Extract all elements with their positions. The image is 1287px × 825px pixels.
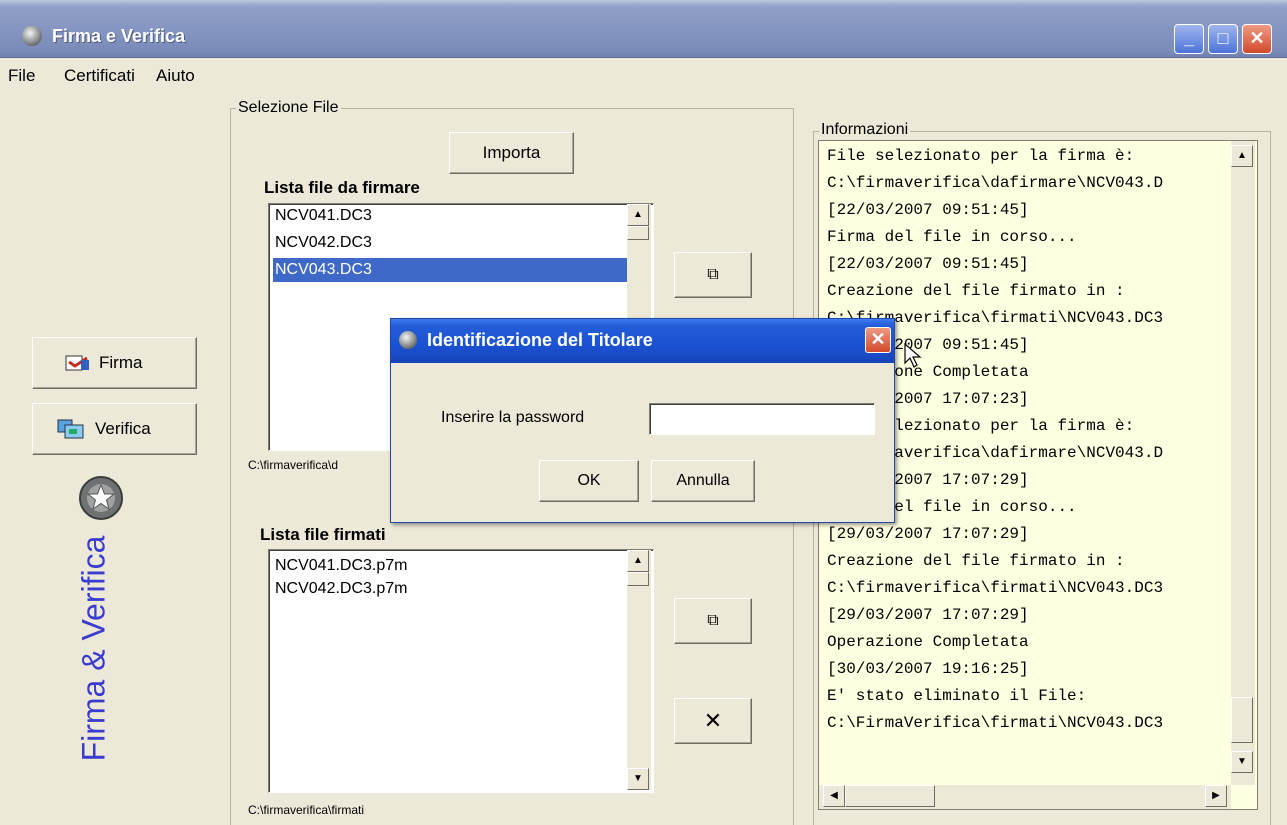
log-line: [29/03/2007 17:07:29] — [827, 606, 1029, 624]
delete-icon: ✕ — [703, 708, 723, 733]
signed-scrollbar[interactable]: ▲ ▼ — [627, 550, 651, 790]
scroll-right-icon[interactable]: ▶ — [1205, 785, 1227, 807]
log-line: Creazione del file firmato in : — [827, 282, 1125, 300]
list-item[interactable]: NCV041.DC3 — [273, 204, 374, 228]
window-titlebar[interactable]: Firma e Verifica _ □ ✕ — [0, 0, 1287, 58]
file-selection-title: Selezione File — [236, 99, 341, 117]
scroll-down-icon[interactable]: ▼ — [1231, 751, 1253, 773]
log-line: Operazione Completata — [827, 633, 1029, 651]
verify-icon — [57, 418, 87, 440]
dialog-title: Identificazione del Titolare — [427, 330, 653, 350]
copy-signed-button[interactable]: ⧉ — [674, 598, 752, 644]
copy-icon: ⧉ — [707, 612, 719, 629]
firma-button[interactable]: Firma — [32, 337, 197, 389]
list-item-selected[interactable]: NCV043.DC3 — [273, 258, 627, 282]
log-line: C:\firmaverifica\firmati\NCV043.DC3 — [827, 579, 1164, 597]
scroll-left-icon[interactable]: ◀ — [823, 785, 845, 807]
import-button[interactable]: Importa — [449, 132, 574, 174]
window-title: Firma e Verifica — [52, 26, 186, 46]
signed-heading: Lista file firmati — [260, 525, 386, 544]
log-line: [30/03/2007 19:16:25] — [827, 660, 1029, 678]
password-input[interactable] — [649, 403, 875, 435]
menu-bar: File Certificati Aiuto — [0, 58, 1287, 92]
delete-button[interactable]: ✕ — [674, 698, 752, 744]
firma-label: Firma — [99, 353, 143, 372]
log-line: Firma del file in corso... — [827, 228, 1077, 246]
info-hscrollbar[interactable]: ◀ ▶ — [819, 785, 1231, 809]
info-vscrollbar[interactable]: ▲ ▼ — [1231, 141, 1255, 785]
log-line: [22/03/2007 09:51:45] — [827, 255, 1029, 273]
list-item[interactable]: NCV041.DC3.p7m — [273, 554, 410, 578]
info-title: Informazioni — [819, 121, 911, 139]
log-line: File selezionato per la firma è: — [827, 147, 1135, 165]
log-line: Creazione del file firmato in : — [827, 552, 1125, 570]
menu-aiuto[interactable]: Aiuto — [156, 66, 195, 86]
list-item[interactable]: NCV042.DC3.p7m — [273, 577, 410, 601]
app-icon — [399, 331, 417, 349]
scroll-thumb[interactable] — [627, 572, 649, 586]
ok-button[interactable]: OK — [539, 460, 639, 502]
signed-list[interactable]: NCV041.DC3.p7m NCV042.DC3.p7m ▲ ▼ — [268, 549, 654, 793]
to-sign-path: C:\firmaverifica\d — [248, 458, 339, 472]
maximize-button[interactable]: □ — [1208, 24, 1238, 54]
brand-vertical-text: Firma & Verifica — [64, 500, 124, 790]
dialog-close-button[interactable]: ✕ — [865, 327, 891, 353]
sign-icon — [65, 352, 91, 374]
to-sign-heading: Lista file da firmare — [264, 178, 420, 197]
copy-icon: ⧉ — [707, 266, 719, 283]
scroll-thumb[interactable] — [627, 226, 649, 240]
list-item[interactable]: NCV042.DC3 — [273, 231, 374, 255]
close-button[interactable]: ✕ — [1242, 24, 1272, 54]
scroll-up-icon[interactable]: ▲ — [627, 204, 649, 226]
scroll-thumb[interactable] — [1231, 697, 1253, 743]
menu-certificati[interactable]: Certificati — [64, 66, 135, 86]
verifica-button[interactable]: Verifica — [32, 403, 197, 455]
brand-text: Firma & Verifica — [75, 535, 112, 762]
log-line: [22/03/2007 09:51:45] — [827, 201, 1029, 219]
signed-path: C:\firmaverifica\firmati — [248, 803, 365, 817]
copy-button[interactable]: ⧉ — [674, 252, 752, 298]
password-dialog: Identificazione del Titolare ✕ Inserire … — [390, 318, 895, 523]
scroll-down-icon[interactable]: ▼ — [627, 768, 649, 790]
log-line: E' stato eliminato il File: — [827, 687, 1087, 705]
cancel-button[interactable]: Annulla — [651, 460, 755, 502]
log-line: [29/03/2007 17:07:29] — [827, 525, 1029, 543]
scroll-up-icon[interactable]: ▲ — [1231, 145, 1253, 167]
verifica-label: Verifica — [95, 419, 151, 438]
password-label: Inserire la password — [441, 409, 585, 426]
log-line: C:\firmaverifica\dafirmare\NCV043.D — [827, 174, 1164, 192]
scroll-up-icon[interactable]: ▲ — [627, 550, 649, 572]
mouse-cursor-icon — [904, 342, 922, 374]
minimize-button[interactable]: _ — [1174, 24, 1204, 54]
scroll-thumb[interactable] — [845, 785, 935, 807]
log-line: C:\FirmaVerifica\firmati\NCV043.DC3 — [827, 714, 1164, 732]
menu-file[interactable]: File — [8, 66, 35, 86]
dialog-titlebar[interactable]: Identificazione del Titolare ✕ — [391, 319, 894, 363]
app-icon — [22, 26, 42, 46]
